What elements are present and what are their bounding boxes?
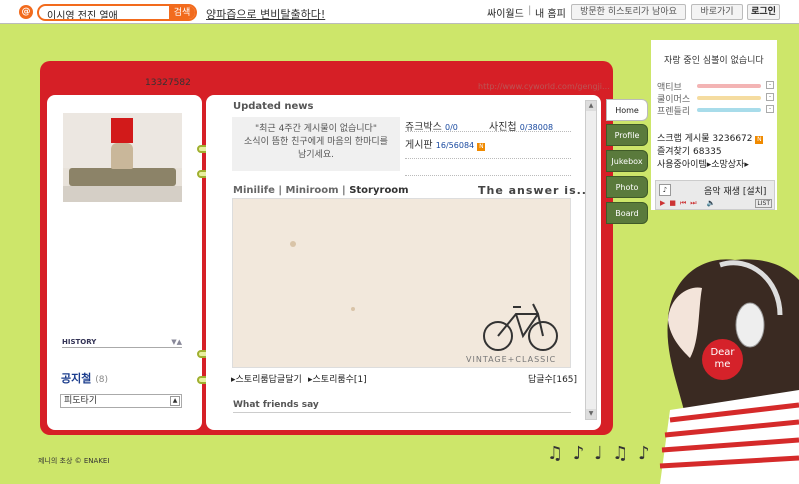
folder-select[interactable]: 피도타기 ▲ — [60, 394, 182, 408]
history-button[interactable]: 방문한 히스토리가 남아요 — [571, 4, 686, 20]
music-icon: ♪ — [659, 184, 671, 196]
reply-count: 답글수[165] — [528, 375, 578, 385]
new-icon: N — [755, 136, 764, 144]
music-notes-icon: ♫ ♪ ♩ ♫ ♪ — [547, 443, 652, 464]
goto-dropdown[interactable]: 바로가기 — [691, 4, 743, 20]
notice-count: (8) — [95, 375, 108, 385]
history-label: HISTORY — [62, 338, 97, 346]
vintage-caption: VINTAGE+CLASSIC — [466, 355, 557, 364]
news-box: "최근 4주간 게시물이 없습니다" 소식이 뜸한 친구에게 마음의 한마디를 남기… — [232, 117, 400, 171]
divider — [405, 158, 571, 159]
tab-miniroom[interactable]: Miniroom — [286, 185, 339, 196]
stat-label: 프렌들리 — [657, 107, 691, 117]
hompy-url[interactable]: http://www.cyworld.com/gengji... — [478, 82, 610, 91]
tab-minilife[interactable]: Minilife — [233, 185, 275, 196]
storyroom-title: The answer is.. — [478, 184, 587, 197]
profile-photo — [63, 113, 182, 202]
stat-bar — [697, 96, 761, 100]
history-arrows-icon[interactable]: ▼▲ — [171, 338, 182, 346]
visitor-count: 13327582 — [145, 78, 191, 88]
scrollbar[interactable]: ▲ ▼ — [585, 100, 597, 420]
item-link[interactable]: 사용중아이템▸소망상자▸ — [657, 157, 749, 170]
select-arrow-icon[interactable]: ▲ — [170, 396, 180, 406]
music-play-label[interactable]: 음악 재생 [설치] — [704, 184, 766, 197]
scrap-stat[interactable]: 스크랩 게시물 3236672 N — [657, 131, 764, 144]
new-icon: N — [477, 143, 486, 151]
symbol-status: 자랑 중인 심볼이 없습니다 — [664, 56, 764, 66]
story-count-link[interactable]: ▸스토리룸수[1] — [308, 372, 367, 385]
storyroom-image[interactable] — [232, 198, 571, 368]
search-button[interactable]: 검색 — [169, 6, 195, 19]
board-stat[interactable]: 게시판 16/56084 N — [405, 136, 486, 151]
tab-board[interactable]: Board — [606, 202, 648, 224]
promo-link[interactable]: 양파즙으로 변비탈출하다! — [206, 6, 325, 22]
search-input[interactable]: 이시영 전진 열애 — [47, 7, 118, 19]
cyworld-link[interactable]: 싸이월드 — [487, 5, 524, 20]
favorite-stat[interactable]: 즐겨찾기 68335 — [657, 144, 722, 157]
scroll-down-icon[interactable]: ▼ — [586, 409, 596, 419]
bicycle-icon — [290, 241, 558, 351]
expand-icon[interactable]: - — [766, 105, 774, 113]
cyworld-logo[interactable]: @ — [19, 5, 33, 19]
tab-profile[interactable]: Profile — [606, 124, 648, 146]
scroll-up-icon[interactable]: ▲ — [586, 101, 596, 111]
notice-title: 공지철 (8) — [61, 372, 108, 385]
copyright: 제니의 초상 © ENAKEI — [38, 457, 110, 465]
friends-say-title: What friends say — [233, 400, 571, 413]
tab-home[interactable]: Home — [606, 99, 648, 121]
room-tabs: Minilife | Miniroom | Storyroom — [233, 185, 409, 196]
tab-storyroom[interactable]: Storyroom — [349, 185, 408, 196]
tab-jukebox[interactable]: Jukebox — [606, 150, 648, 172]
updated-news-title: Updated news — [233, 101, 314, 112]
divider — [405, 131, 571, 132]
divider: | — [528, 5, 532, 16]
player-controls[interactable]: ▶■⏮⏭ 🔈 — [660, 199, 720, 208]
search-box[interactable]: 이시영 전진 열애 검색 — [37, 4, 197, 21]
expand-icon[interactable]: - — [766, 81, 774, 89]
playlist-button[interactable]: LIST — [755, 199, 772, 208]
history-bar[interactable]: HISTORY ▼▲ — [62, 338, 182, 348]
stat-bar — [697, 108, 761, 112]
tab-photo[interactable]: Photo — [606, 176, 648, 198]
music-player: ♪ 음악 재생 [설치] ▶■⏮⏭ 🔈 LIST — [655, 180, 775, 210]
divider — [405, 175, 571, 176]
my-home-link[interactable]: 내 홈피 — [535, 5, 566, 20]
expand-icon[interactable]: - — [766, 93, 774, 101]
story-reply-link[interactable]: ▸스토리룸답글달기 — [231, 372, 302, 385]
login-button[interactable]: 로그인 — [747, 4, 780, 20]
stat-bar — [697, 84, 761, 88]
dear-me-badge[interactable]: Dear me — [702, 339, 743, 380]
